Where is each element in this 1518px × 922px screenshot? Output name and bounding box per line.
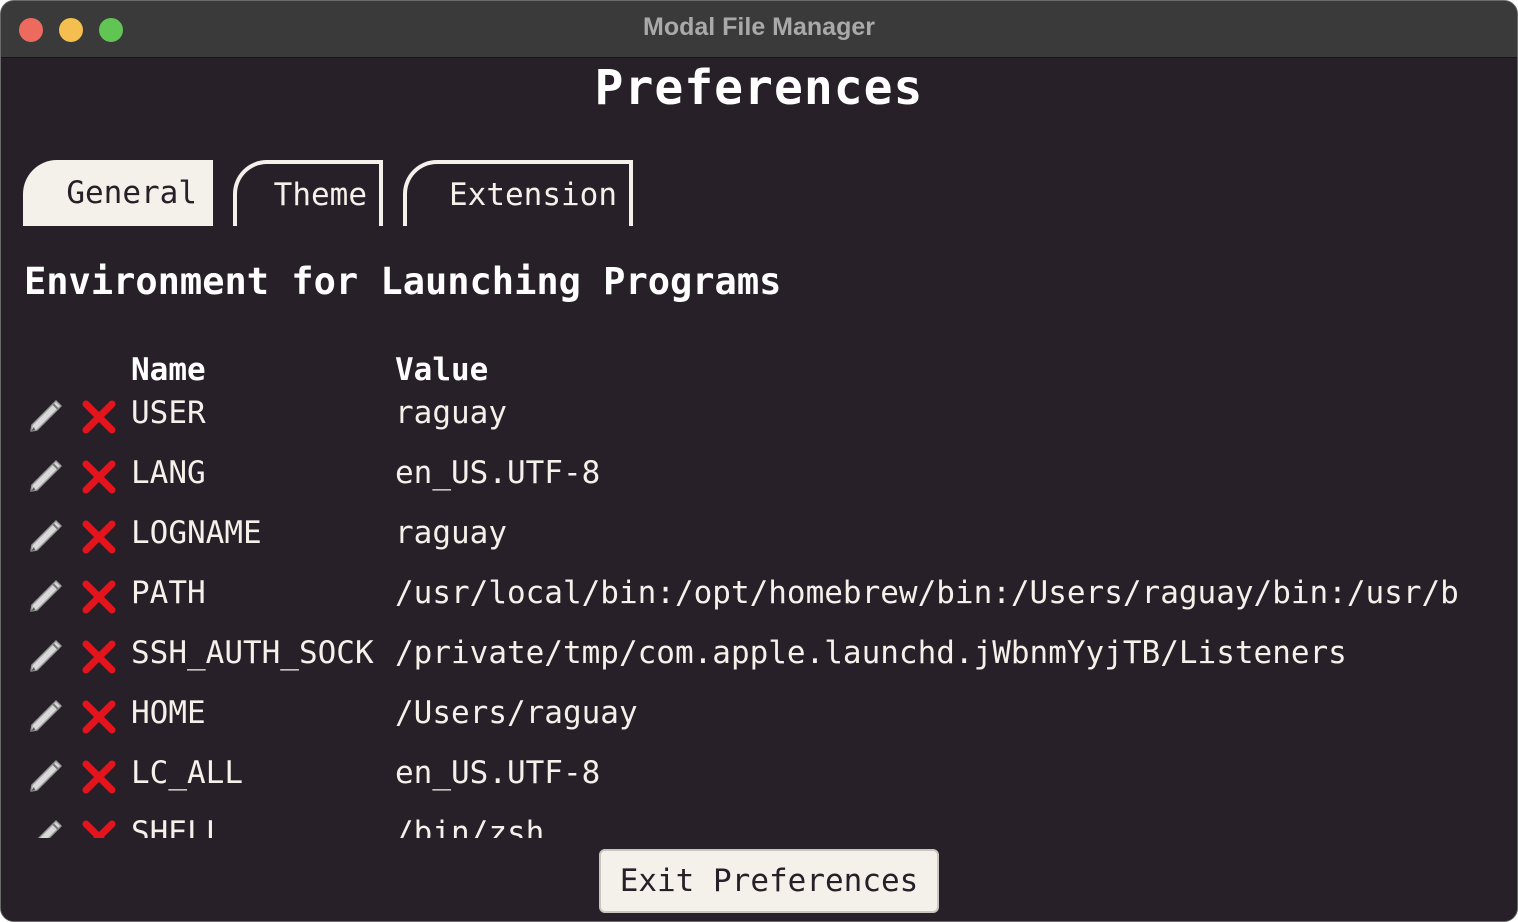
pencil-icon[interactable] bbox=[25, 577, 65, 617]
env-var-value: en_US.UTF-8 bbox=[395, 755, 601, 791]
tab-general[interactable]: General bbox=[23, 160, 213, 226]
pencil-icon[interactable] bbox=[25, 397, 65, 437]
footer-bar: Exit Preferences bbox=[1, 838, 1517, 921]
env-var-name: USER bbox=[131, 395, 206, 431]
table-row: HOME/Users/raguay bbox=[1, 689, 1517, 749]
pencil-icon[interactable] bbox=[25, 457, 65, 497]
tab-extension[interactable]: Extension bbox=[403, 160, 633, 226]
pencil-icon[interactable] bbox=[25, 517, 65, 557]
delete-x-icon[interactable] bbox=[81, 459, 117, 495]
env-var-name: HOME bbox=[131, 695, 206, 731]
delete-x-icon[interactable] bbox=[81, 579, 117, 615]
table-row: PATH/usr/local/bin:/opt/homebrew/bin:/Us… bbox=[1, 569, 1517, 629]
env-var-name: SHELL bbox=[131, 815, 225, 838]
env-var-value: en_US.UTF-8 bbox=[395, 455, 601, 491]
delete-x-icon[interactable] bbox=[81, 639, 117, 675]
app-window: Modal File Manager Preferences General T… bbox=[0, 0, 1518, 922]
environment-table: Name Value USER raguay LANG en_US.UTF-8 LOGN… bbox=[1, 344, 1517, 838]
section-heading: Environment for Launching Programs bbox=[24, 260, 782, 303]
env-var-name: LOGNAME bbox=[131, 515, 262, 551]
page-title: Preferences bbox=[594, 60, 924, 116]
name-column-header: Name bbox=[131, 352, 206, 388]
delete-x-icon[interactable] bbox=[81, 399, 117, 435]
window-title: Modal File Manager bbox=[643, 13, 875, 41]
pencil-icon[interactable] bbox=[25, 757, 65, 797]
env-var-name: PATH bbox=[131, 575, 206, 611]
table-row: LC_ALL en_US.UTF-8 bbox=[1, 749, 1517, 809]
title-bar[interactable]: Modal File Manager bbox=[1, 1, 1517, 58]
pencil-icon[interactable] bbox=[25, 637, 65, 677]
table-row: SHELL/bin/zsh bbox=[1, 809, 1517, 838]
delete-x-icon[interactable] bbox=[81, 699, 117, 735]
table-row: USER raguay bbox=[1, 389, 1517, 449]
delete-x-icon[interactable] bbox=[81, 519, 117, 555]
env-var-name: LANG bbox=[131, 455, 206, 491]
table-row: SSH_AUTH_SOCK/private/tmp/com.apple.laun… bbox=[1, 629, 1517, 689]
value-column-header: Value bbox=[395, 352, 489, 388]
table-row: LOGNAME raguay bbox=[1, 509, 1517, 569]
env-var-value: /bin/zsh bbox=[395, 815, 545, 838]
preferences-content: Preferences General Theme Extension Envi… bbox=[1, 58, 1517, 921]
env-var-value: raguay bbox=[395, 395, 507, 431]
table-row: LANG en_US.UTF-8 bbox=[1, 449, 1517, 509]
tab-theme[interactable]: Theme bbox=[233, 160, 383, 226]
pencil-icon[interactable] bbox=[25, 817, 65, 838]
delete-x-icon[interactable] bbox=[81, 819, 117, 838]
env-var-value: /usr/local/bin:/opt/homebrew/bin:/Users/… bbox=[395, 575, 1459, 611]
env-var-name: SSH_AUTH_SOCK bbox=[131, 635, 374, 671]
pencil-icon[interactable] bbox=[25, 697, 65, 737]
env-var-value: raguay bbox=[395, 515, 507, 551]
env-var-value: /Users/raguay bbox=[395, 695, 638, 731]
exit-preferences-button[interactable]: Exit Preferences bbox=[599, 849, 939, 913]
delete-x-icon[interactable] bbox=[81, 759, 117, 795]
env-var-name: LC_ALL bbox=[131, 755, 243, 791]
env-var-value: /private/tmp/com.apple.launchd.jWbnmYyjT… bbox=[395, 635, 1347, 671]
